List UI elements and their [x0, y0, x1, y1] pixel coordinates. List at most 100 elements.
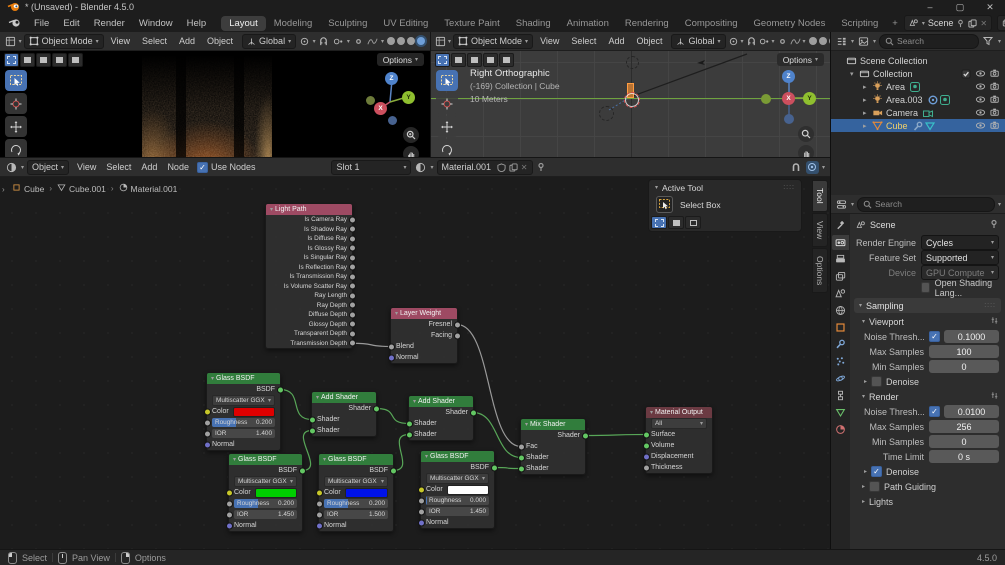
socket-surface[interactable] — [643, 431, 650, 438]
disable-render-icon[interactable] — [989, 68, 1002, 79]
workspace-tab-compositing[interactable]: Compositing — [677, 16, 746, 31]
use-nodes-checkbox[interactable]: ✓ — [197, 162, 208, 173]
preset-icon[interactable] — [990, 391, 999, 402]
object-mode-dropdown[interactable]: Object Mode▾ — [453, 34, 533, 49]
socket-shader[interactable] — [470, 409, 477, 416]
socket-blend[interactable] — [388, 343, 395, 350]
color-swatch[interactable] — [447, 485, 489, 495]
viewport-3d-canvas[interactable]: Options▾ Z X Y — [0, 50, 430, 157]
socket-ior[interactable] — [316, 511, 323, 518]
node-light-path[interactable]: ▾Light PathIs Camera RayIs Shadow RayIs … — [265, 203, 353, 349]
collapse-icon[interactable]: ▾ — [525, 421, 528, 428]
node-dropdown[interactable]: Multiscatter GGX▾ — [324, 476, 388, 487]
rotate-tool[interactable] — [5, 139, 27, 157]
viewport-menu-object[interactable]: Object — [631, 36, 667, 46]
editor-type-icon[interactable] — [5, 161, 18, 174]
socket-color[interactable] — [418, 486, 425, 493]
properties-tab-constraints[interactable] — [832, 388, 849, 403]
shader-type-dropdown[interactable]: Object▾ — [27, 160, 69, 175]
socket-ray-length[interactable] — [349, 292, 356, 299]
shader-menu-add[interactable]: Add — [136, 162, 162, 172]
breadcrumb-item[interactable]: Cube.001 — [57, 183, 106, 194]
node-header[interactable]: ▾Glass BSDF — [421, 451, 494, 462]
socket-is-diffuse-ray[interactable] — [349, 235, 356, 242]
socket-transmission-depth[interactable] — [349, 340, 356, 347]
properties-options-icon[interactable]: ▾ — [998, 201, 1001, 208]
node-glass-blue[interactable]: ▾Glass BSDFBSDFMultiscatter GGX▾ColorRou… — [318, 453, 394, 532]
gizmo-minus-x-axis[interactable] — [366, 96, 375, 105]
filter-icon[interactable] — [982, 35, 995, 48]
panel-header-sampling[interactable]: ▾Sampling:::: — [854, 298, 1001, 313]
shader-menu-view[interactable]: View — [72, 162, 101, 172]
viewport-options-button[interactable]: Options▾ — [777, 53, 824, 66]
hide-eye-icon[interactable] — [974, 107, 987, 118]
material-browse-icon[interactable] — [414, 161, 427, 174]
gizmo-x-axis[interactable]: X — [374, 102, 387, 115]
properties-tab-scene[interactable] — [832, 286, 849, 301]
expander-icon[interactable]: ▾ — [850, 70, 859, 78]
area-light-object[interactable] — [599, 106, 614, 121]
editor-type-icon[interactable] — [835, 198, 848, 211]
gizmo-minus-z-axis[interactable] — [784, 114, 794, 124]
expander-icon[interactable]: ▸ — [863, 109, 872, 117]
node-glass-white[interactable]: ▾Glass BSDFBSDFMultiscatter GGX▾ColorRou… — [420, 450, 495, 529]
workspace-tab-uv-editing[interactable]: UV Editing — [375, 16, 436, 31]
transform-orientation-dropdown[interactable]: Global▾ — [671, 34, 725, 49]
overlays-toggle-icon[interactable] — [366, 35, 379, 48]
move-tool[interactable] — [5, 116, 27, 137]
socket-fac[interactable] — [518, 443, 525, 450]
select-mode-invert-button[interactable] — [52, 53, 67, 67]
socket-shader[interactable] — [373, 405, 380, 412]
socket-roughness[interactable] — [418, 497, 425, 504]
value-ior[interactable]: IOR1.450 — [426, 507, 489, 516]
properties-tab-view-layer[interactable] — [832, 269, 849, 284]
shading-wireframe-icon[interactable] — [387, 37, 395, 45]
viewport-3d-ortho[interactable]: ▾Object Mode▾ViewSelectAddObjectGlobal▾▾… — [430, 32, 830, 157]
socket-color[interactable] — [226, 489, 233, 496]
socket-is-transmission-ray[interactable] — [349, 273, 356, 280]
viewport-menu-add[interactable]: Add — [603, 36, 629, 46]
zoom-button[interactable] — [798, 126, 814, 142]
outliner-row-area[interactable]: ▸Area — [831, 80, 1005, 93]
outliner-row-cube[interactable]: ▸Cube — [831, 119, 1005, 132]
collapse-icon[interactable]: ▾ — [655, 184, 658, 191]
select-mode-extend-button[interactable] — [668, 216, 684, 229]
copy-icon[interactable] — [509, 163, 518, 172]
socket-bsdf[interactable] — [299, 467, 306, 474]
node-dropdown[interactable]: Multiscatter GGX▾ — [212, 395, 275, 406]
socket-is-volume-scatter-ray[interactable] — [349, 283, 356, 290]
select-mode-extend-button[interactable] — [20, 53, 35, 67]
value-field[interactable]: 256 — [929, 420, 999, 433]
outliner-row-scene collection[interactable]: Scene Collection — [831, 54, 1005, 67]
sidebar-tab-tool[interactable]: Tool — [812, 180, 828, 212]
collapsed-panel-path-guiding[interactable]: ▸Path Guiding — [856, 480, 999, 493]
value-ior[interactable]: IOR1.450 — [234, 510, 297, 519]
collapse-icon[interactable]: ▾ — [413, 398, 416, 405]
socket-shader[interactable] — [518, 454, 525, 461]
unlink-material-icon[interactable]: ✕ — [521, 163, 528, 172]
node-glass-green[interactable]: ▾Glass BSDFBSDFMultiscatter GGX▾ColorRou… — [228, 453, 303, 532]
gizmo-y-axis[interactable]: Y — [803, 92, 816, 105]
gizmo-minus-z-axis[interactable] — [388, 116, 397, 125]
viewport-options-button[interactable]: Options▾ — [377, 53, 424, 66]
slider-roughness[interactable]: Roughness0.000 — [426, 496, 489, 505]
workspace-tab-scripting[interactable]: Scripting — [833, 16, 886, 31]
viewport-ortho-canvas[interactable]: Right Orthographic (-169) Collection | C… — [431, 50, 830, 157]
object-mode-dropdown[interactable]: Object Mode▾ — [24, 34, 104, 49]
workspace-tab-texture-paint[interactable]: Texture Paint — [436, 16, 507, 31]
cursor-tool[interactable] — [5, 93, 27, 114]
workspace-tab-rendering[interactable]: Rendering — [617, 16, 677, 31]
node-header[interactable]: ▾Glass BSDF — [207, 373, 280, 384]
viewlayer-selector[interactable]: ▾ ViewLayer ✕ — [997, 15, 1005, 31]
shader-menu-select[interactable]: Select — [101, 162, 136, 172]
color-swatch[interactable] — [255, 488, 297, 498]
gizmos-toggle-icon[interactable] — [777, 35, 788, 48]
socket-bsdf[interactable] — [491, 464, 498, 471]
checkbox[interactable] — [869, 481, 880, 492]
collection-checkbox[interactable] — [959, 69, 972, 79]
properties-tab-modifiers[interactable] — [832, 337, 849, 352]
select-mode-extend-button[interactable] — [451, 53, 466, 67]
add-workspace-button[interactable]: + — [886, 18, 904, 29]
hide-eye-icon[interactable] — [974, 120, 987, 131]
properties-tab-render[interactable] — [832, 235, 849, 250]
